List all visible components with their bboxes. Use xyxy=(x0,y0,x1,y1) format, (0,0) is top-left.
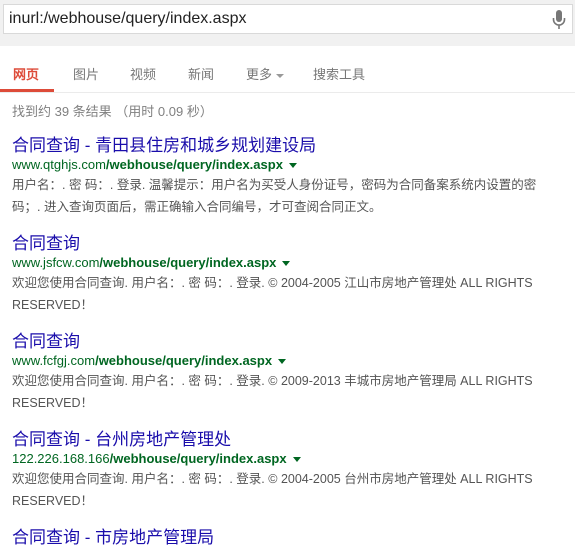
chevron-down-icon xyxy=(276,73,285,78)
result-url-host: www.qtghjs.com xyxy=(12,157,106,172)
result-snippet: 欢迎您使用合同查询. 用户名：. 密 码：. 登录. © 2004-2005 台… xyxy=(12,472,533,508)
result-menu-arrow-icon[interactable] xyxy=(278,359,287,365)
search-result: 合同查询 - 市房地产管理局 xyxy=(12,527,562,548)
search-input[interactable] xyxy=(9,8,529,30)
result-title-link[interactable]: 合同查询 xyxy=(12,233,562,254)
result-url: 122.226.168.166/webhouse/query/index.asp… xyxy=(12,450,562,467)
result-snippet: 欢迎您使用合同查询. 用户名：. 密 码：. 登录. © 2004-2005 江… xyxy=(12,276,533,312)
result-url-path: /webhouse/query/index.aspx xyxy=(99,255,277,270)
result-menu-arrow-icon[interactable] xyxy=(292,457,301,463)
result-title-link[interactable]: 合同查询 - 市房地产管理局 xyxy=(12,527,562,548)
tab-news[interactable]: 新闻 xyxy=(188,64,214,83)
result-title-link[interactable]: 合同查询 - 台州房地产管理处 xyxy=(12,429,562,450)
search-result: 合同查询 www.fcfgj.com/webhouse/query/index.… xyxy=(12,331,562,414)
search-box[interactable] xyxy=(3,4,573,34)
result-snippet: 用户名：. 密 码：. 登录. 温馨提示：用户名为买受人身份证号，密码为合同备案… xyxy=(12,178,537,214)
result-url-host: www.jsfcw.com xyxy=(12,255,100,270)
microphone-icon[interactable] xyxy=(552,9,566,31)
search-result: 合同查询 - 台州房地产管理处 122.226.168.166/webhouse… xyxy=(12,429,562,512)
tab-search-tools[interactable]: 搜索工具 xyxy=(313,64,365,83)
search-result: 合同查询 www.jsfcw.com/webhouse/query/index.… xyxy=(12,233,562,316)
result-url: www.jsfcw.com/webhouse/query/index.aspx xyxy=(12,254,562,271)
tab-more[interactable]: 更多 xyxy=(246,64,285,83)
tab-web[interactable]: 网页 xyxy=(13,64,39,83)
result-url-path: /webhouse/query/index.aspx xyxy=(105,157,283,172)
result-title-link[interactable]: 合同查询 - 青田县住房和城乡规划建设局 xyxy=(12,135,562,156)
result-url-host: www.fcfgj.com xyxy=(12,353,96,368)
tab-videos[interactable]: 视频 xyxy=(130,64,156,83)
result-url-host: 122.226.168.166 xyxy=(12,451,110,466)
result-menu-arrow-icon[interactable] xyxy=(288,163,297,169)
result-stats: 找到约 39 条结果 （用时 0.09 秒） xyxy=(12,104,213,119)
result-url-path: /webhouse/query/index.aspx xyxy=(95,353,273,368)
search-tabs: 网页 图片 视频 新闻 更多 搜索工具 xyxy=(0,46,575,93)
tab-images[interactable]: 图片 xyxy=(73,64,99,83)
search-header xyxy=(0,0,575,46)
result-url: www.qtghjs.com/webhouse/query/index.aspx xyxy=(12,156,562,173)
search-result: 合同查询 - 青田县住房和城乡规划建设局 www.qtghjs.com/webh… xyxy=(12,135,562,218)
result-title-link[interactable]: 合同查询 xyxy=(12,331,562,352)
result-url-path: /webhouse/query/index.aspx xyxy=(109,451,287,466)
active-tab-indicator xyxy=(0,89,54,92)
tab-more-label: 更多 xyxy=(246,67,273,82)
result-menu-arrow-icon[interactable] xyxy=(282,261,291,267)
result-url: www.fcfgj.com/webhouse/query/index.aspx xyxy=(12,352,562,369)
result-snippet: 欢迎您使用合同查询. 用户名：. 密 码：. 登录. © 2009-2013 丰… xyxy=(12,374,533,410)
